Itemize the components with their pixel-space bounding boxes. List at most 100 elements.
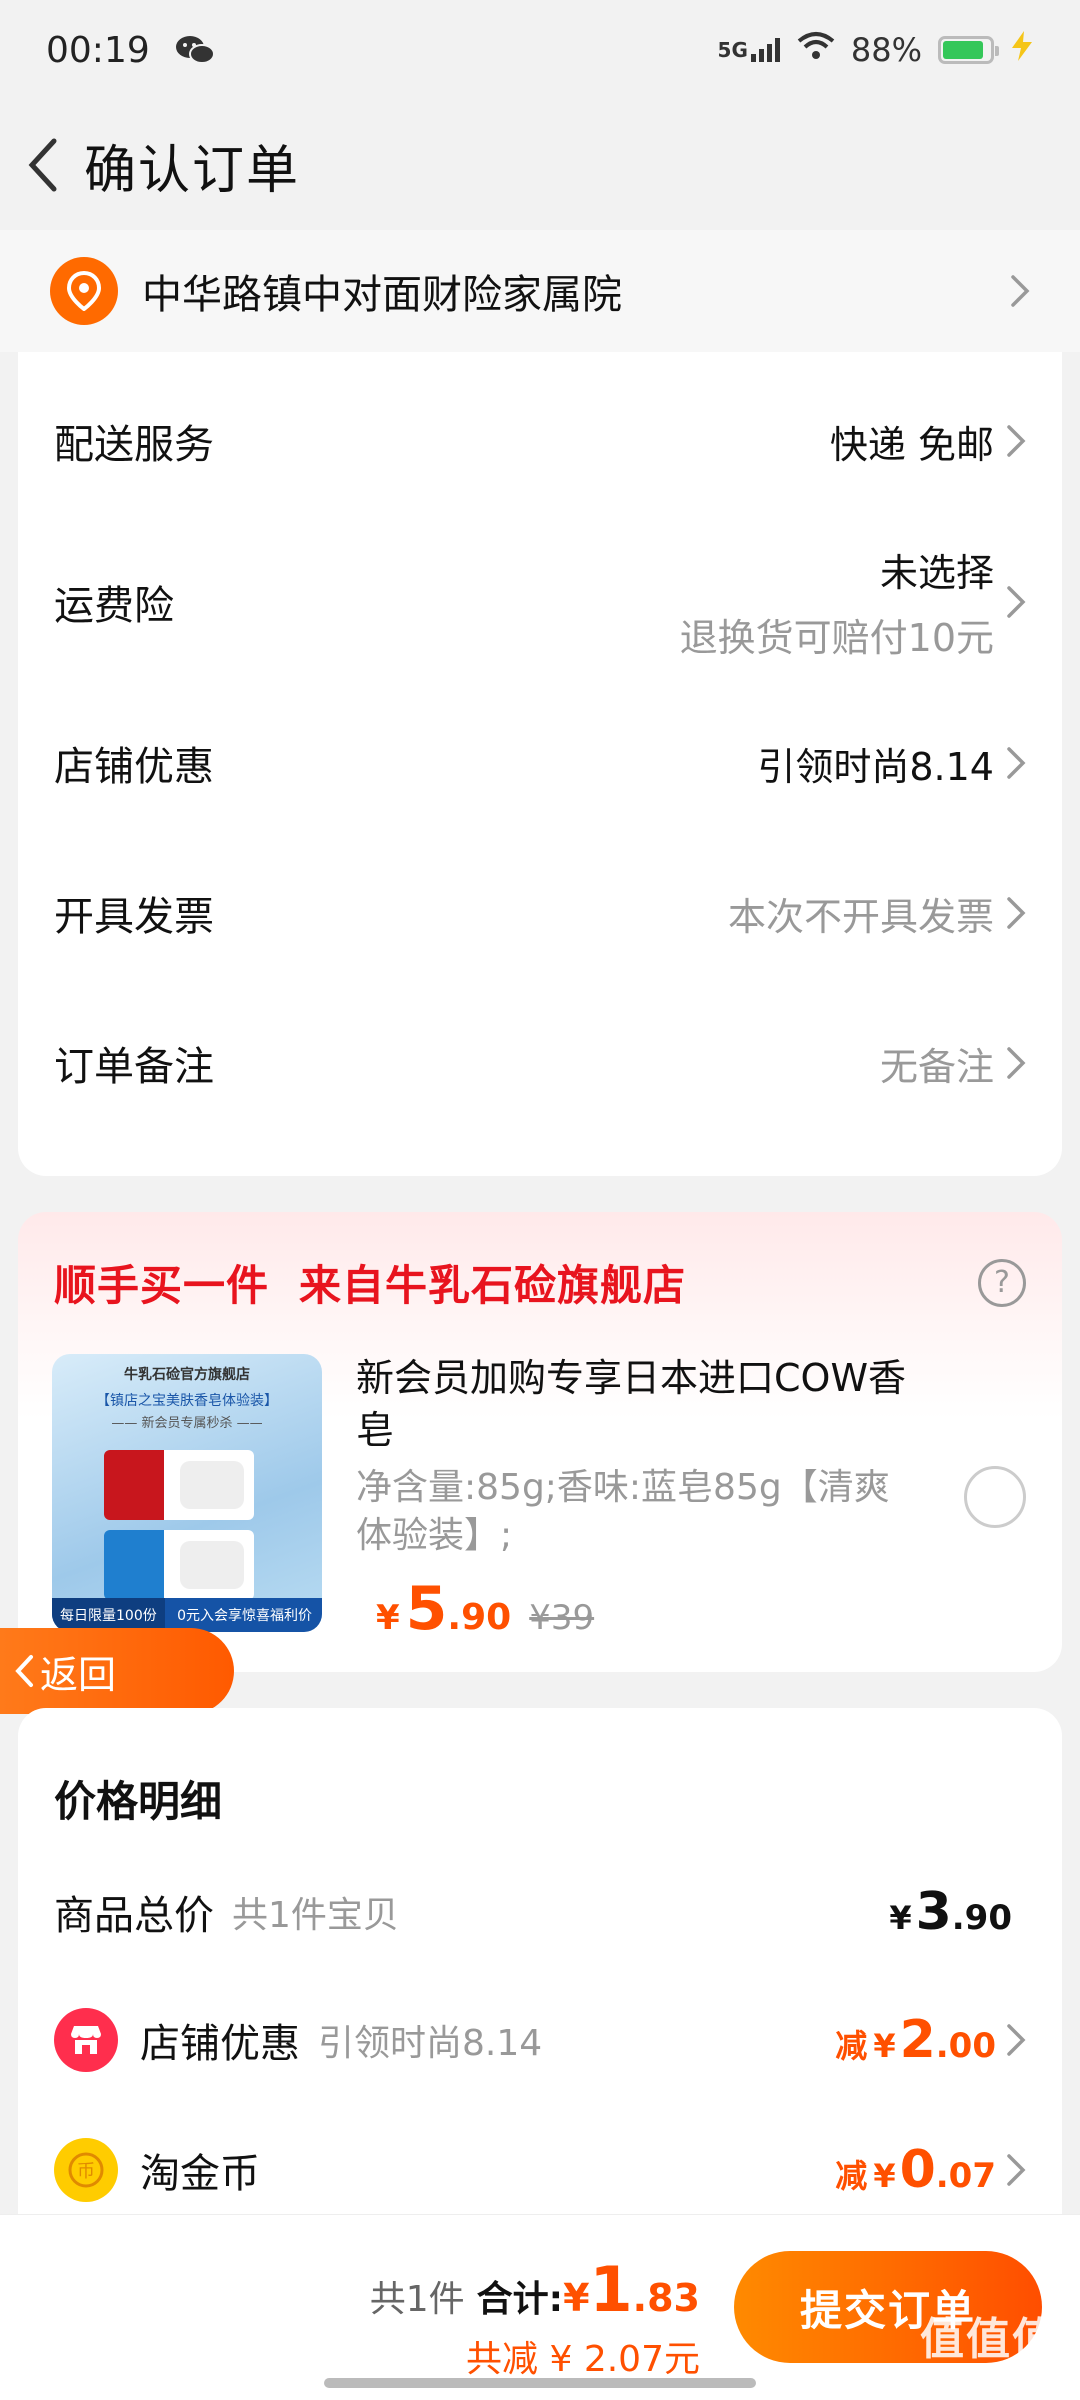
- goods-total-currency: ¥: [889, 1899, 912, 1937]
- invoice-label: 开具发票: [54, 894, 214, 940]
- price-detail-card: 价格明细 商品总价 共1件宝贝 ¥ 3 .90 店铺优惠 引领时尚8.14 减 …: [18, 1708, 1062, 2248]
- shipping-insurance-value: 未选择 退换货可赔付10元: [680, 542, 994, 662]
- shop-discount-row[interactable]: 店铺优惠 引领时尚8.14 减 ¥ 2 .00: [54, 2008, 1026, 2072]
- bottom-bar: 共1件 合计: ¥ 1 .83 共减 ¥ 2.07元 提交订单 值值值 zhiz…: [0, 2214, 1080, 2400]
- signal-icon: 5G: [718, 38, 781, 62]
- soap-box-red: [104, 1450, 254, 1520]
- chevron-left-icon: [28, 138, 57, 192]
- total-label: 合计:: [476, 2279, 564, 2320]
- product-image-sub: —— 新会员专属秒杀 ——: [111, 1416, 263, 1431]
- address-text: 中华路镇中对面财险家属院: [142, 272, 622, 318]
- charging-icon: [1010, 31, 1034, 69]
- chevron-right-icon: [1006, 2023, 1026, 2057]
- shipping-insurance-row[interactable]: 运费险 未选择 退换货可赔付10元: [18, 516, 1062, 688]
- watermark-title: 值值值: [920, 2314, 1058, 2365]
- floating-back-label: 返回: [40, 1652, 117, 1697]
- product-price: ¥ 5 .90 ¥39: [376, 1574, 594, 1644]
- order-note-label: 订单备注: [54, 1044, 214, 1090]
- back-button[interactable]: [14, 137, 70, 193]
- price-integer: 5: [405, 1574, 448, 1644]
- goods-total-count: 共1件宝贝: [232, 1895, 399, 1936]
- total-currency: ¥: [563, 2276, 590, 2320]
- delivery-service-row[interactable]: 配送服务 快递 免邮: [18, 366, 1062, 516]
- wifi-icon: [797, 31, 835, 69]
- wechat-icon: [174, 33, 216, 67]
- goods-total-integer: 3: [915, 1882, 952, 1942]
- battery-percent: 88%: [850, 31, 922, 69]
- product-image-banner: 每日限量100份 0元入会享惊喜福利价: [52, 1598, 322, 1632]
- shipping-insurance-status: 未选择: [879, 551, 994, 595]
- shop-coupon-label: 店铺优惠: [54, 744, 214, 790]
- help-icon[interactable]: ?: [978, 1258, 1026, 1307]
- goods-total-row: 商品总价 共1件宝贝 ¥ 3 .90: [54, 1882, 1026, 1942]
- invoice-row[interactable]: 开具发票 本次不开具发票: [18, 838, 1062, 988]
- address-row[interactable]: 中华路镇中对面财险家属院: [0, 230, 1080, 352]
- price-decimal: .90: [447, 1597, 512, 1638]
- shop-discount-amount: 减 ¥ 2 .00: [835, 2010, 996, 2070]
- taojinbi-row[interactable]: 币 淘金币 减 ¥ 0 .07: [54, 2138, 1026, 2202]
- order-note-row[interactable]: 订单备注 无备注: [18, 988, 1062, 1138]
- order-total: 共1件 合计: ¥ 1 .83: [370, 2253, 700, 2326]
- chevron-right-icon: [1006, 585, 1026, 619]
- shop-discount-currency: ¥: [873, 2027, 896, 2065]
- chevron-right-icon: [1006, 746, 1026, 780]
- goods-total-label: 商品总价: [54, 1893, 214, 1939]
- upsell-header: 顺手买一件 来自牛乳石硷旗舰店 ?: [54, 1252, 1026, 1313]
- floating-back-button[interactable]: 返回: [0, 1628, 234, 1714]
- product-image[interactable]: 牛乳石硷官方旗舰店 【镇店之宝美肤香皂体验装】 —— 新会员专属秒杀 —— 每日…: [52, 1354, 322, 1632]
- page-title: 确认订单: [84, 140, 301, 201]
- location-pin-icon: [50, 257, 118, 325]
- title-bar: 确认订单: [0, 100, 1080, 230]
- item-count: 共1件: [369, 2279, 465, 2320]
- shop-discount-decimal: .00: [935, 2026, 996, 2066]
- shop-discount-label: 店铺优惠: [140, 2021, 300, 2067]
- shipping-insurance-label: 运费险: [54, 583, 174, 629]
- watermark-site: zhizhizhi.com: [949, 2367, 1058, 2386]
- shop-coupon-row[interactable]: 店铺优惠 引领时尚8.14: [18, 688, 1062, 838]
- chevron-right-icon: [1006, 424, 1026, 458]
- add-upsell-checkbox[interactable]: [964, 1466, 1026, 1528]
- status-time: 00:19: [46, 29, 150, 71]
- shop-coupon-value: 引领时尚8.14: [757, 744, 994, 789]
- taojinbi-decimal: .07: [935, 2156, 996, 2196]
- price-detail-heading: 价格明细: [54, 1777, 223, 1826]
- product-name[interactable]: 新会员加购专享日本进口COW香皂: [356, 1352, 916, 1456]
- delivery-service-label: 配送服务: [54, 422, 214, 468]
- taojinbi-currency: ¥: [873, 2157, 896, 2195]
- goods-total-amount: ¥ 3 .90: [889, 1882, 1012, 1942]
- soap-box-blue: [104, 1530, 254, 1600]
- delivery-service-value: 快递 免邮: [829, 422, 994, 467]
- shipping-insurance-note: 退换货可赔付10元: [679, 616, 994, 660]
- upsell-heading: 顺手买一件: [54, 1261, 270, 1310]
- total-decimal: .83: [632, 2276, 700, 2320]
- product-image-promo: 0元入会享惊喜福利价: [177, 1608, 312, 1624]
- chevron-right-icon: [1006, 1046, 1026, 1080]
- shop-discount-integer: 2: [899, 2010, 936, 2070]
- upsell-card: 顺手买一件 来自牛乳石硷旗舰店 ? 牛乳石硷官方旗舰店 【镇店之宝美肤香皂体验装…: [18, 1212, 1062, 1672]
- watermark: 值值值 zhizhizhi.com: [920, 2303, 1058, 2386]
- chevron-left-icon: [15, 1655, 33, 1687]
- taojinbi-integer: 0: [899, 2140, 936, 2200]
- original-price: ¥39: [529, 1598, 595, 1638]
- product-image-limit: 每日限量100份: [52, 1598, 165, 1632]
- battery-icon: [938, 36, 999, 64]
- taojinbi-amount: 减 ¥ 0 .07: [835, 2140, 996, 2200]
- shop-discount-prefix: 减: [835, 2027, 868, 2065]
- total-saved: 共减 ¥ 2.07元: [466, 2339, 700, 2380]
- svg-text:币: 币: [77, 2161, 95, 2182]
- taojinbi-label: 淘金币: [140, 2151, 260, 2197]
- taojinbi-prefix: 减: [835, 2157, 868, 2195]
- network-label: 5G: [717, 38, 748, 62]
- status-bar: 00:19 5G 88%: [0, 0, 1080, 100]
- home-indicator[interactable]: [324, 2378, 756, 2388]
- product-spec: 净含量:85g;香味:蓝皂85g【清爽体验装】;: [356, 1467, 890, 1556]
- order-summary: 共1件 合计: ¥ 1 .83 共减 ¥ 2.07元: [370, 2253, 700, 2382]
- product-image-tag: 【镇店之宝美肤香皂体验装】: [96, 1393, 278, 1409]
- order-note-value: 无备注: [879, 1044, 994, 1089]
- shop-icon: [54, 2008, 118, 2072]
- product-image-store: 牛乳石硷官方旗舰店: [124, 1367, 250, 1383]
- chevron-right-icon: [1006, 896, 1026, 930]
- price-currency: ¥: [376, 1598, 400, 1638]
- chevron-right-icon: [1006, 2153, 1026, 2187]
- invoice-value: 本次不开具发票: [727, 894, 994, 939]
